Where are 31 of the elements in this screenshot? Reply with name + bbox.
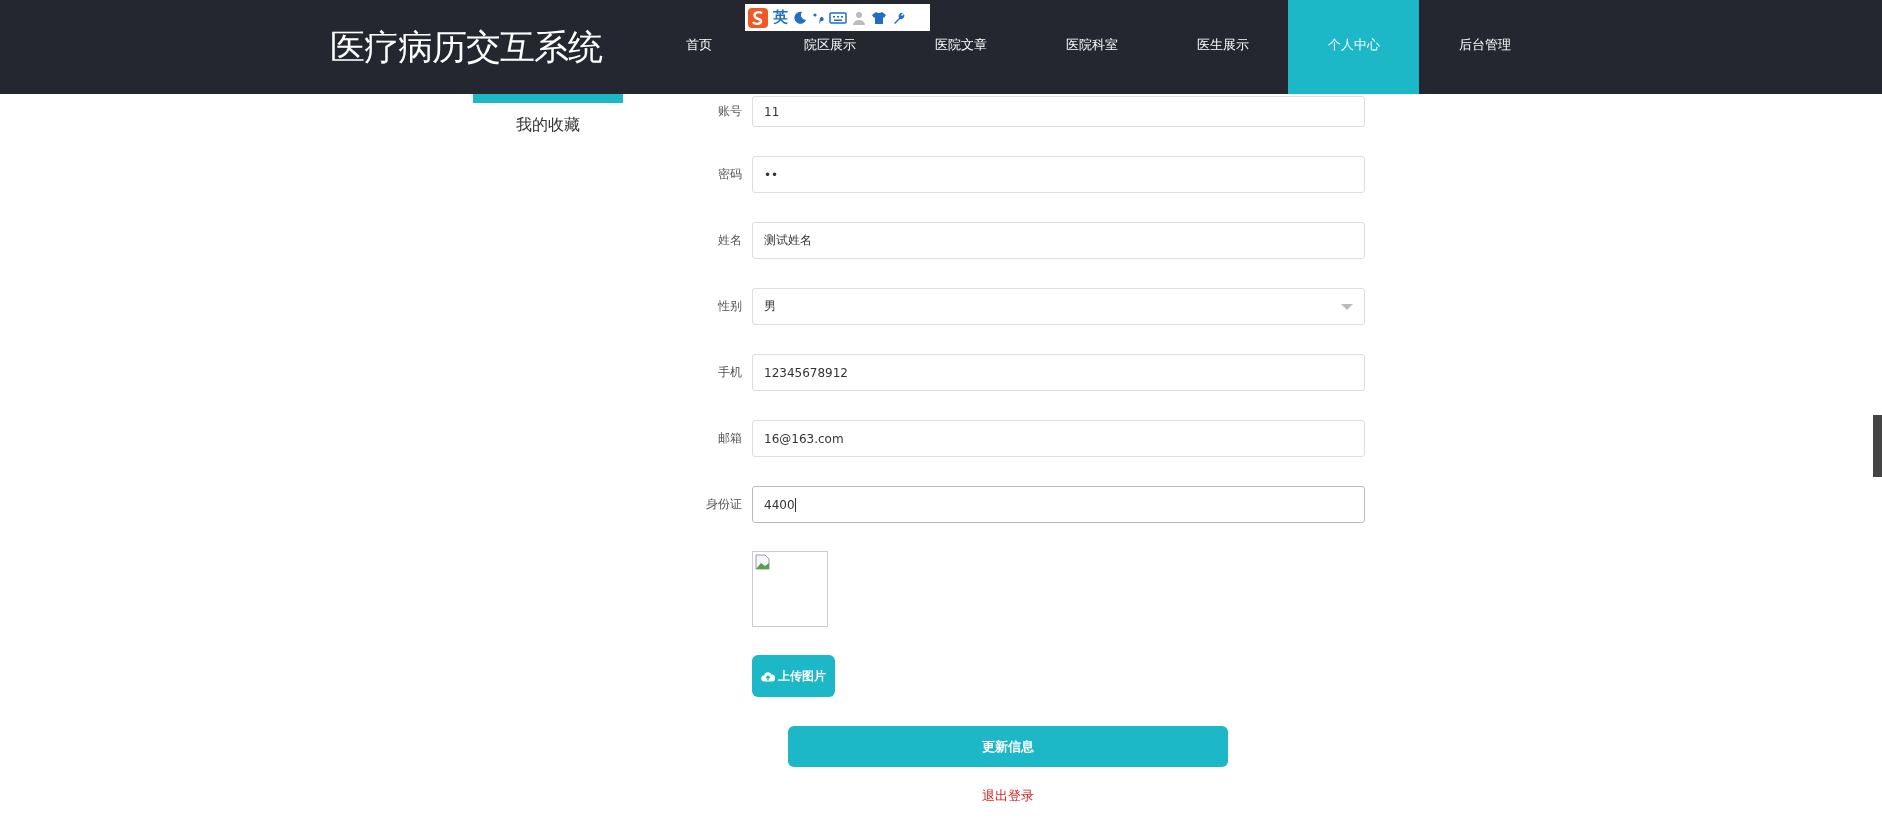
input-mode-toggle[interactable]: 英	[773, 8, 788, 27]
keyboard-icon[interactable]	[829, 10, 847, 25]
nav-item[interactable]: 医院文章	[932, 32, 989, 58]
input-field[interactable]: 11	[752, 96, 1365, 127]
nav-item[interactable]: 医院科室	[1063, 32, 1120, 58]
wrench-icon[interactable]	[892, 10, 906, 25]
nav-item[interactable]: 院区展示	[801, 32, 858, 58]
field-label: 账号	[717, 103, 743, 120]
broken-image-icon	[755, 554, 771, 570]
gender-select[interactable]: 男	[752, 288, 1365, 325]
field-label: 姓名	[717, 232, 743, 249]
field-label: 性别	[717, 298, 743, 315]
input-field[interactable]: 4400	[752, 486, 1365, 523]
shirt-icon[interactable]	[871, 10, 887, 25]
input-field[interactable]: 12345678912	[752, 354, 1365, 391]
field-label: 身份证	[705, 496, 743, 513]
field-label: 手机	[717, 364, 743, 381]
cloud-upload-icon	[761, 670, 775, 682]
moon-icon[interactable]	[793, 10, 807, 25]
nav-item[interactable]: 首页	[683, 32, 714, 58]
ime-logo-icon[interactable]	[748, 7, 768, 28]
nav-item[interactable]: 医生展示	[1194, 32, 1251, 58]
site-logo[interactable]: 医疗病历交互系统	[330, 0, 633, 94]
field-label: 邮箱	[717, 430, 743, 447]
input-field[interactable]: 测试姓名	[752, 222, 1365, 259]
field-label: 密码	[717, 166, 743, 183]
password-field[interactable]: ••	[752, 156, 1365, 193]
nav-item[interactable]: 后台管理	[1456, 32, 1513, 58]
input-field[interactable]: 16@163.com	[752, 420, 1365, 457]
sidebar-item[interactable]: 我的收藏	[516, 115, 580, 136]
logout-link[interactable]: 退出登录	[982, 787, 1034, 805]
